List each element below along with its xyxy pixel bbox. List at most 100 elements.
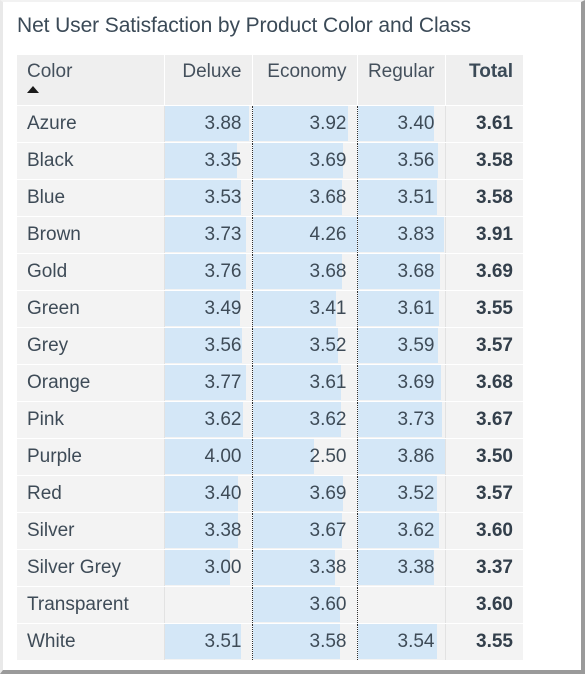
row-label-color[interactable]: Orange bbox=[17, 364, 165, 402]
cell-total[interactable]: 3.37 bbox=[444, 549, 523, 587]
cell-regular[interactable]: 3.40 bbox=[356, 105, 445, 143]
cell-deluxe[interactable] bbox=[163, 586, 252, 624]
row-label-color[interactable]: Black bbox=[17, 142, 165, 180]
cell-economy[interactable]: 3.41 bbox=[251, 290, 357, 328]
column-header-total[interactable]: Total bbox=[445, 55, 523, 106]
cell-value: 3.88 bbox=[204, 112, 242, 134]
cell-regular[interactable]: 3.61 bbox=[356, 290, 445, 328]
row-label-color[interactable]: Silver bbox=[17, 512, 165, 550]
column-header-regular[interactable]: Regular bbox=[357, 55, 446, 106]
column-header-color[interactable]: Color bbox=[17, 55, 165, 106]
cell-deluxe[interactable]: 3.62 bbox=[163, 401, 252, 439]
cell-economy[interactable]: 3.38 bbox=[251, 549, 357, 587]
cell-regular[interactable]: 3.56 bbox=[356, 142, 445, 180]
row-label-color[interactable]: Green bbox=[17, 290, 165, 328]
table-row[interactable]: Orange 3.77 3.61 3.69 3.68 bbox=[17, 364, 523, 402]
cell-regular[interactable]: 3.73 bbox=[356, 401, 445, 439]
table-row[interactable]: Blue 3.53 3.68 3.51 3.58 bbox=[17, 179, 523, 217]
table-row[interactable]: Red 3.40 3.69 3.52 3.57 bbox=[17, 475, 523, 513]
cell-total[interactable]: 3.57 bbox=[444, 475, 523, 513]
cell-economy[interactable]: 4.26 bbox=[251, 216, 357, 254]
cell-deluxe[interactable]: 3.35 bbox=[163, 142, 252, 180]
cell-deluxe[interactable]: 3.00 bbox=[163, 549, 252, 587]
row-label-color[interactable]: Gold bbox=[17, 253, 165, 291]
cell-regular[interactable]: 3.62 bbox=[356, 512, 445, 550]
cell-total[interactable]: 3.68 bbox=[444, 364, 523, 402]
row-label-color[interactable]: Blue bbox=[17, 179, 165, 217]
cell-deluxe[interactable]: 4.00 bbox=[163, 438, 252, 476]
cell-deluxe[interactable]: 3.49 bbox=[163, 290, 252, 328]
cell-value: 3.59 bbox=[397, 334, 435, 356]
cell-regular[interactable]: 3.68 bbox=[356, 253, 445, 291]
cell-total[interactable]: 3.55 bbox=[444, 290, 523, 328]
table-row[interactable]: Brown 3.73 4.26 3.83 3.91 bbox=[17, 216, 523, 254]
cell-total[interactable]: 3.91 bbox=[444, 216, 523, 254]
cell-deluxe[interactable]: 3.56 bbox=[163, 327, 252, 365]
cell-regular[interactable]: 3.38 bbox=[356, 549, 445, 587]
column-header-economy[interactable]: Economy bbox=[252, 55, 358, 106]
row-label-color[interactable]: Grey bbox=[17, 327, 165, 365]
cell-regular[interactable]: 3.54 bbox=[356, 623, 445, 661]
cell-economy[interactable]: 3.61 bbox=[251, 364, 357, 402]
cell-total[interactable]: 3.50 bbox=[444, 438, 523, 476]
column-header-deluxe[interactable]: Deluxe bbox=[164, 55, 253, 106]
cell-regular[interactable] bbox=[356, 586, 445, 624]
cell-value: 3.40 bbox=[204, 482, 242, 504]
cell-economy[interactable]: 3.92 bbox=[251, 105, 357, 143]
matrix-scroll-region[interactable]: Color Deluxe Economy Regular Total Azure… bbox=[17, 55, 523, 667]
table-row[interactable]: Silver Grey 3.00 3.38 3.38 3.37 bbox=[17, 549, 523, 587]
cell-deluxe[interactable]: 3.51 bbox=[163, 623, 252, 661]
cell-total[interactable]: 3.60 bbox=[444, 586, 523, 624]
row-label-color[interactable]: White bbox=[17, 623, 165, 661]
cell-total[interactable]: 3.69 bbox=[444, 253, 523, 291]
table-row[interactable]: Transparent 3.60 3.60 bbox=[17, 586, 523, 624]
cell-economy[interactable]: 3.67 bbox=[251, 512, 357, 550]
cell-regular[interactable]: 3.69 bbox=[356, 364, 445, 402]
cell-regular[interactable]: 3.52 bbox=[356, 475, 445, 513]
cell-total[interactable]: 3.58 bbox=[444, 179, 523, 217]
table-row[interactable]: Silver 3.38 3.67 3.62 3.60 bbox=[17, 512, 523, 550]
row-label-color[interactable]: Pink bbox=[17, 401, 165, 439]
cell-economy[interactable]: 3.68 bbox=[251, 253, 357, 291]
table-row[interactable]: Grey 3.56 3.52 3.59 3.57 bbox=[17, 327, 523, 365]
cell-economy[interactable]: 3.60 bbox=[251, 586, 357, 624]
cell-economy[interactable]: 2.50 bbox=[251, 438, 357, 476]
cell-total[interactable]: 3.67 bbox=[444, 401, 523, 439]
cell-total[interactable]: 3.61 bbox=[444, 105, 523, 143]
row-label-color[interactable]: Purple bbox=[17, 438, 165, 476]
cell-total[interactable]: 3.57 bbox=[444, 327, 523, 365]
cell-deluxe[interactable]: 3.40 bbox=[163, 475, 252, 513]
cell-total[interactable]: 3.58 bbox=[444, 142, 523, 180]
row-label-color[interactable]: Silver Grey bbox=[17, 549, 165, 587]
row-label-color[interactable]: Red bbox=[17, 475, 165, 513]
cell-deluxe[interactable]: 3.53 bbox=[163, 179, 252, 217]
cell-deluxe[interactable]: 3.88 bbox=[163, 105, 252, 143]
table-row[interactable]: Black 3.35 3.69 3.56 3.58 bbox=[17, 142, 523, 180]
cell-value: 3.69 bbox=[397, 371, 435, 393]
cell-regular[interactable]: 3.51 bbox=[356, 179, 445, 217]
cell-economy[interactable]: 3.69 bbox=[251, 475, 357, 513]
table-row[interactable]: Gold 3.76 3.68 3.68 3.69 bbox=[17, 253, 523, 291]
cell-economy[interactable]: 3.69 bbox=[251, 142, 357, 180]
cell-regular[interactable]: 3.59 bbox=[356, 327, 445, 365]
cell-deluxe[interactable]: 3.77 bbox=[163, 364, 252, 402]
table-row[interactable]: Purple 4.00 2.50 3.86 3.50 bbox=[17, 438, 523, 476]
row-label-color[interactable]: Transparent bbox=[17, 586, 165, 624]
cell-deluxe[interactable]: 3.73 bbox=[163, 216, 252, 254]
table-row[interactable]: Green 3.49 3.41 3.61 3.55 bbox=[17, 290, 523, 328]
cell-total[interactable]: 3.55 bbox=[444, 623, 523, 661]
cell-economy[interactable]: 3.58 bbox=[251, 623, 357, 661]
table-row[interactable]: White 3.51 3.58 3.54 3.55 bbox=[17, 623, 523, 661]
cell-deluxe[interactable]: 3.76 bbox=[163, 253, 252, 291]
cell-total[interactable]: 3.60 bbox=[444, 512, 523, 550]
table-row[interactable]: Pink 3.62 3.62 3.73 3.67 bbox=[17, 401, 523, 439]
table-row[interactable]: Azure 3.88 3.92 3.40 3.61 bbox=[17, 105, 523, 143]
cell-economy[interactable]: 3.62 bbox=[251, 401, 357, 439]
cell-economy[interactable]: 3.52 bbox=[251, 327, 357, 365]
cell-deluxe[interactable]: 3.38 bbox=[163, 512, 252, 550]
cell-economy[interactable]: 3.68 bbox=[251, 179, 357, 217]
row-label-color[interactable]: Azure bbox=[17, 105, 165, 143]
cell-regular[interactable]: 3.86 bbox=[356, 438, 445, 476]
row-label-color[interactable]: Brown bbox=[17, 216, 165, 254]
cell-regular[interactable]: 3.83 bbox=[356, 216, 445, 254]
